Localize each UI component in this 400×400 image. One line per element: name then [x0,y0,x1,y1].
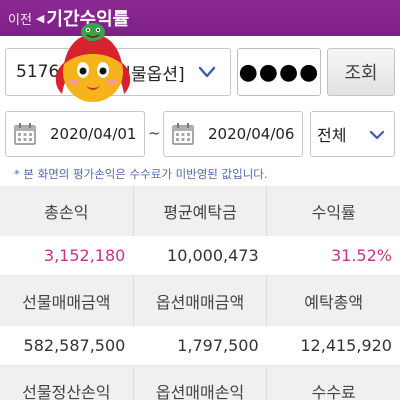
value-futures-amount: 582,587,500 [23,336,126,355]
type-filter-value: 전체 [317,126,347,145]
table-header-row: 선물매매금액 옵션매매금액 예탁총액 [0,276,400,326]
header-total-deposit: 예탁총액 [266,276,400,326]
chevron-down-icon [369,130,385,140]
end-date-value: 2020/04/06 [208,125,295,143]
header-return-rate: 수익률 [266,186,400,236]
table-row: 3,152,180 10,000,473 31.52% [0,236,400,276]
header-futures-amount: 선물매매금액 [22,293,111,312]
table-header-row: 총손익 평균예탁금 수익률 [0,186,400,236]
back-label: 이전 [8,12,32,28]
query-button[interactable]: 조회 [327,48,395,96]
mascot-sticker [55,23,131,102]
back-arrow-icon: ◀ [35,11,45,25]
table-row: 582,587,500 1,797,500 12,415,920 [0,326,400,366]
value-return-rate: 31.52% [330,246,392,265]
date-range-row: 2020/04/01 ~ 2020/04/06 전체 [0,108,400,160]
header-options-trading-pnl: 옵션매매손익 [132,366,267,400]
header-options-amount: 옵션매매금액 [132,276,267,326]
back-button[interactable]: 이전 ◀ [0,0,46,36]
end-date-field[interactable]: 2020/04/06 [163,111,303,157]
table-header-row: 선물정산손익 옵션매매손익 수수료 [0,366,400,400]
calendar-icon [172,123,194,145]
type-filter-select[interactable]: 전체 [310,111,395,157]
header-avg-deposit: 평균예탁금 [132,186,267,236]
value-total-pnl: 3,152,180 [43,246,126,265]
value-options-amount: 1,797,500 [177,336,259,355]
value-total-deposit: 12,415,920 [300,336,392,355]
header-fee: 수수료 [266,366,400,400]
notice-text: * 본 화면의 평가손익은 수수료가 미반영된 값입니다. [14,167,268,181]
start-date-field[interactable]: 2020/04/01 [5,111,145,157]
date-separator: ~ [148,124,161,142]
chevron-down-icon [198,66,216,78]
header-futures-settlement-pnl: 선물정산손익 [22,383,111,400]
password-field[interactable]: ●●●● [237,48,321,96]
start-date-value: 2020/04/01 [50,125,137,143]
value-avg-deposit: 10,000,473 [167,246,259,265]
calendar-icon [14,123,36,145]
header-total-pnl: 총손익 [44,203,89,222]
summary-table: 총손익 평균예탁금 수익률 3,152,180 10,000,473 31.52… [0,186,400,400]
